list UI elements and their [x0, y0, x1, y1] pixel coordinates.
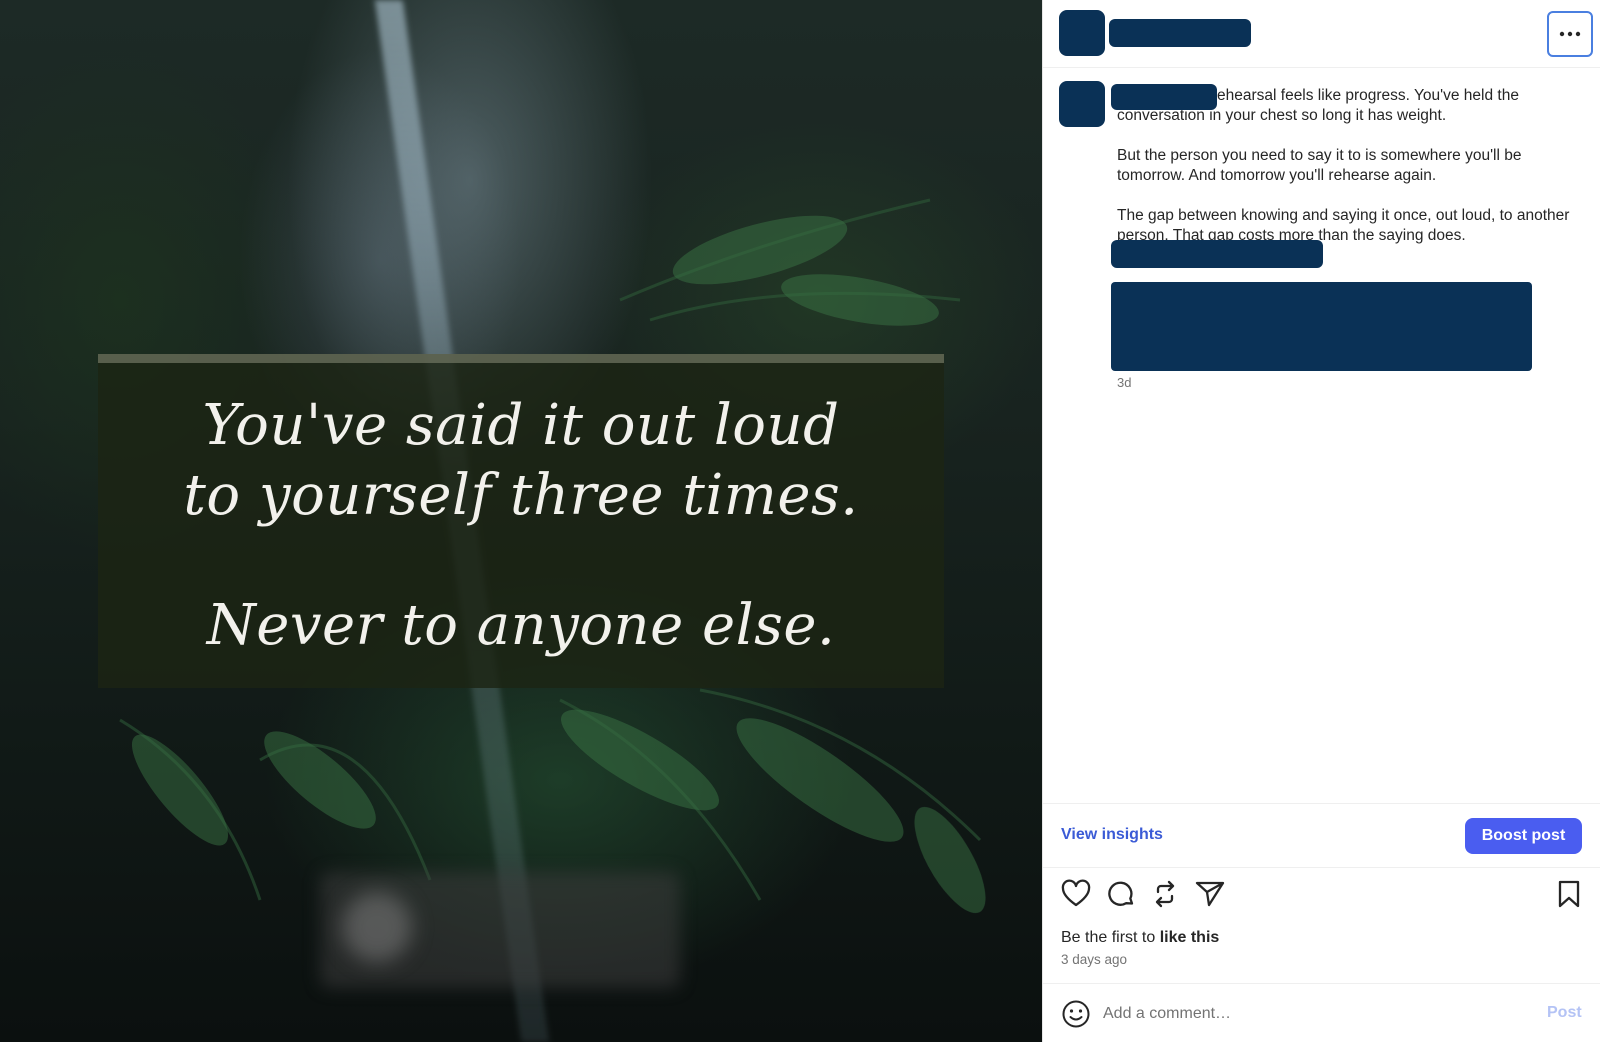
- post-comment-button[interactable]: Post: [1547, 1004, 1582, 1022]
- post-actions: [1043, 878, 1600, 918]
- insights-bar: View insights Boost post: [1043, 803, 1600, 868]
- more-options-button[interactable]: [1547, 11, 1593, 57]
- repost-icon[interactable]: [1149, 878, 1181, 910]
- post-time-ago: 3 days ago: [1061, 952, 1128, 967]
- comment-input[interactable]: [1103, 998, 1523, 1030]
- comment-icon[interactable]: [1105, 878, 1137, 910]
- redacted-hashtags: [1111, 240, 1323, 268]
- redacted-username: [1109, 19, 1251, 47]
- emoji-icon[interactable]: [1061, 999, 1091, 1029]
- blurred-avatar: [342, 892, 412, 962]
- quote-line-3: Never to anyone else.: [206, 592, 836, 658]
- boost-post-button[interactable]: Boost post: [1465, 818, 1582, 854]
- more-horizontal-icon: [1559, 31, 1581, 37]
- likes-summary: Be the first to like this: [1061, 929, 1219, 947]
- view-insights-link[interactable]: View insights: [1061, 826, 1163, 844]
- post-caption: ehearsal feels like progress. You've hel…: [1117, 86, 1587, 266]
- quote-line-1: You've said it out loud: [202, 392, 840, 458]
- post-details-panel: ehearsal feels like progress. You've hel…: [1042, 0, 1600, 1042]
- redacted-link-preview: [1111, 282, 1532, 371]
- bookmark-icon[interactable]: [1553, 878, 1585, 910]
- comment-bar: Post: [1043, 983, 1600, 1042]
- post-media: You've said it out loud to yourself thre…: [0, 0, 1042, 1042]
- share-icon[interactable]: [1194, 878, 1226, 910]
- redacted-caption-username: [1111, 84, 1217, 110]
- likes-prefix: Be the first to: [1061, 929, 1156, 946]
- caption-paragraph-2: But the person you need to say it to is …: [1117, 147, 1522, 184]
- quote-overlay: You've said it out loud to yourself thre…: [98, 354, 944, 688]
- caption-timestamp: 3d: [1117, 375, 1132, 390]
- redacted-avatar: [1059, 10, 1105, 56]
- quote-line-2: to yourself three times.: [183, 462, 859, 528]
- redacted-caption-avatar: [1059, 81, 1105, 127]
- post-header: [1043, 0, 1600, 68]
- like-this-link[interactable]: like this: [1160, 929, 1220, 946]
- heart-icon[interactable]: [1060, 878, 1092, 910]
